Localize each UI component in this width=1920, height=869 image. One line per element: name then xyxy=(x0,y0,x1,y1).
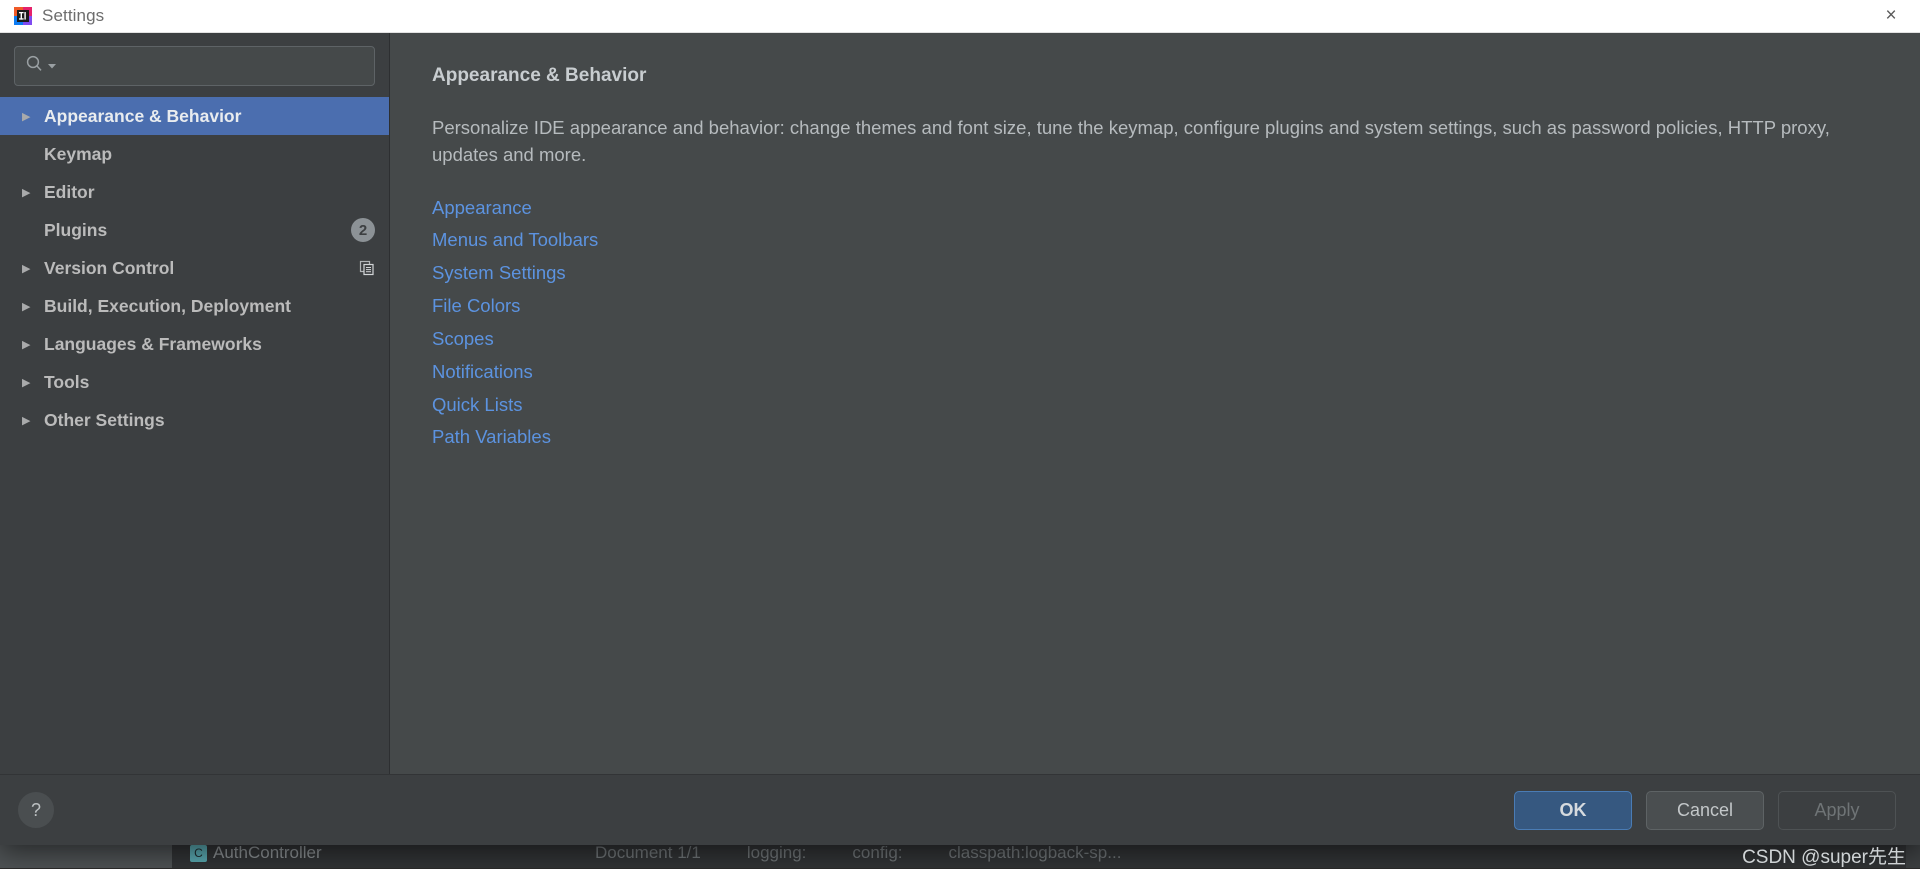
settings-tree[interactable]: ▶ Appearance & Behavior ▶ Keymap ▶ Edito… xyxy=(0,96,389,774)
page-title: Appearance & Behavior xyxy=(432,65,647,86)
sidebar-item-label: Languages & Frameworks xyxy=(44,333,262,354)
sidebar-item-label: Build, Execution, Deployment xyxy=(44,295,291,316)
chevron-right-icon[interactable]: ▶ xyxy=(22,186,44,199)
background-status-0: Document 1/1 xyxy=(595,843,701,862)
sidebar-item-build-execution-deployment[interactable]: ▶ Build, Execution, Deployment xyxy=(0,287,389,325)
link-menus-and-toolbars[interactable]: Menus and Toolbars xyxy=(432,227,598,254)
background-status-3: classpath:logback-sp... xyxy=(948,843,1122,862)
link-scopes[interactable]: Scopes xyxy=(432,326,494,353)
dialog-button-bar: ? OK Cancel Apply CSDN @super先生 xyxy=(0,774,1920,868)
chevron-right-icon[interactable]: ▶ xyxy=(22,414,44,427)
settings-dialog: Settings × ▶ Appearance & Behavior Keyma… xyxy=(0,0,1920,868)
sidebar-item-label: Keymap xyxy=(44,143,113,164)
class-badge-icon: C xyxy=(190,844,207,862)
link-file-colors[interactable]: File Colors xyxy=(432,293,520,320)
dialog-title: Settings xyxy=(42,6,105,25)
link-path-variables[interactable]: Path Variables xyxy=(432,424,551,451)
background-tab-label: AuthController xyxy=(213,843,322,862)
sidebar-item-label: Plugins xyxy=(44,219,108,240)
chevron-right-icon[interactable]: ▶ xyxy=(22,338,44,351)
background-status-1: logging: xyxy=(746,843,807,862)
sidebar-item-label: Tools xyxy=(44,371,90,392)
watermark: CSDN @super先生 xyxy=(1742,847,1906,868)
close-icon[interactable]: × xyxy=(1862,0,1920,32)
cancel-button[interactable]: Cancel xyxy=(1646,790,1764,830)
dialog-body: ▶ Appearance & Behavior ▶ Keymap ▶ Edito… xyxy=(0,33,1920,774)
search-input[interactable] xyxy=(60,56,364,76)
sidebar-item-other-settings[interactable]: ▶ Other Settings xyxy=(0,401,389,439)
sidebar-item-appearance-behavior[interactable]: ▶ Appearance & Behavior xyxy=(0,97,389,135)
settings-content-pane: Appearance & Behavior Personalize IDE ap… xyxy=(390,33,1920,774)
chevron-down-icon[interactable] xyxy=(48,57,56,75)
settings-sidebar: ▶ Appearance & Behavior ▶ Keymap ▶ Edito… xyxy=(0,33,390,774)
chevron-right-icon[interactable]: ▶ xyxy=(22,376,44,389)
settings-link-list: Appearance Menus and Toolbars System Set… xyxy=(432,195,1878,452)
page-description: Personalize IDE appearance and behavior:… xyxy=(432,117,1830,165)
sidebar-item-plugins[interactable]: ▶ Plugins 2 xyxy=(0,211,389,249)
intellij-idea-logo-icon xyxy=(14,7,32,25)
ok-button[interactable]: OK xyxy=(1514,790,1632,830)
status-badge: 2 xyxy=(351,218,375,242)
help-icon[interactable]: ? xyxy=(18,792,54,828)
sidebar-item-label: Version Control xyxy=(44,257,175,278)
apply-button: Apply xyxy=(1778,790,1896,830)
search-icon xyxy=(25,54,44,78)
copy-icon xyxy=(359,260,375,276)
sidebar-item-label: Other Settings xyxy=(44,409,165,430)
link-quick-lists[interactable]: Quick Lists xyxy=(432,392,522,419)
sidebar-item-version-control[interactable]: ▶ Version Control xyxy=(0,249,389,287)
sidebar-item-languages-frameworks[interactable]: ▶ Languages & Frameworks xyxy=(0,325,389,363)
background-tab-authcontroller[interactable]: C AuthController xyxy=(172,843,340,863)
chevron-right-icon[interactable]: ▶ xyxy=(22,300,44,313)
search-field[interactable] xyxy=(14,46,375,86)
sidebar-item-keymap[interactable]: ▶ Keymap xyxy=(0,135,389,173)
link-notifications[interactable]: Notifications xyxy=(432,359,533,386)
chevron-right-icon[interactable]: ▶ xyxy=(22,110,44,123)
search-container xyxy=(0,33,389,96)
sidebar-item-trailing: 2 xyxy=(351,218,375,242)
dialog-actions: OK Cancel Apply xyxy=(1514,790,1896,830)
sidebar-item-editor[interactable]: ▶ Editor xyxy=(0,173,389,211)
link-appearance[interactable]: Appearance xyxy=(432,195,532,222)
sidebar-item-tools[interactable]: ▶ Tools xyxy=(0,363,389,401)
chevron-right-icon[interactable]: ▶ xyxy=(22,262,44,275)
link-system-settings[interactable]: System Settings xyxy=(432,260,566,287)
sidebar-item-label: Editor xyxy=(44,181,95,202)
sidebar-item-trailing xyxy=(359,260,375,276)
dialog-title-bar: Settings × xyxy=(0,0,1920,33)
background-status-2: config: xyxy=(852,843,903,862)
sidebar-item-label: Appearance & Behavior xyxy=(44,105,242,126)
